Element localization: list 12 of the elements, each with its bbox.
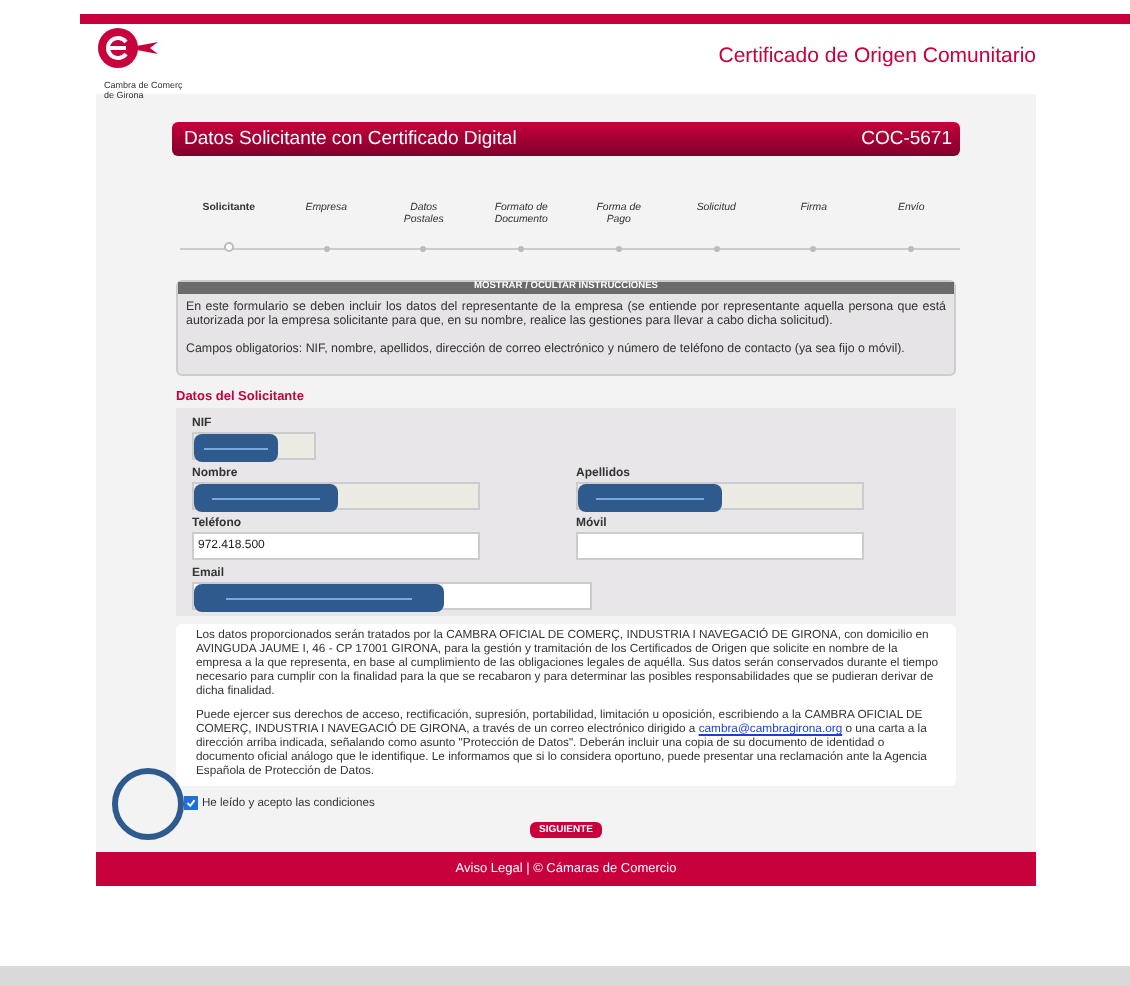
step-dot: [420, 246, 427, 252]
step-dot: [518, 246, 525, 252]
accept-checkbox[interactable]: [184, 796, 198, 811]
highlight-circle: [112, 768, 184, 841]
input-field[interactable]: [192, 582, 592, 611]
logo-icon: [96, 26, 160, 70]
step-dot: [908, 246, 915, 252]
step-dot: [810, 246, 817, 252]
input-field[interactable]: [576, 532, 864, 561]
page-title: Datos Solicitante con Certificado Digital: [184, 128, 517, 150]
site-title: Certificado de Origen Comunitario: [718, 44, 1036, 68]
request-code: COC-5671: [861, 128, 952, 150]
